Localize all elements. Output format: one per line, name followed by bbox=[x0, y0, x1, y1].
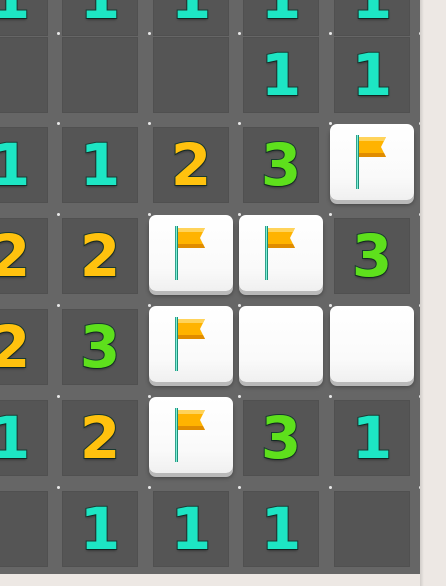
revealed-cell-2-3[interactable]: 3 bbox=[243, 127, 319, 203]
cell-number: 1 bbox=[170, 495, 212, 563]
grid-marker bbox=[57, 122, 60, 125]
cell-number: 1 bbox=[351, 0, 393, 28]
cell-number: 1 bbox=[260, 495, 302, 563]
revealed-cell-5-1[interactable]: 2 bbox=[62, 400, 138, 476]
revealed-cell-6-3[interactable]: 1 bbox=[243, 491, 319, 567]
grid-marker bbox=[57, 486, 60, 489]
cell-number: 1 bbox=[0, 131, 31, 199]
cell-number: 3 bbox=[260, 131, 302, 199]
cell-number: 1 bbox=[260, 41, 302, 109]
cell-number: 1 bbox=[79, 495, 121, 563]
grid-marker bbox=[238, 395, 241, 398]
cell-number: 1 bbox=[170, 0, 212, 28]
revealed-cell-3-4[interactable]: 3 bbox=[334, 218, 410, 294]
revealed-cell-3-1[interactable]: 2 bbox=[62, 218, 138, 294]
grid-marker bbox=[57, 32, 60, 35]
cell-number: 2 bbox=[79, 404, 121, 472]
grid-marker bbox=[238, 486, 241, 489]
revealed-cell-5-0[interactable]: 1 bbox=[0, 400, 48, 476]
grid-marker bbox=[329, 32, 332, 35]
cell-number: 2 bbox=[0, 313, 31, 381]
revealed-cell-0-3[interactable]: 1 bbox=[243, 0, 319, 36]
grid-marker bbox=[148, 122, 151, 125]
revealed-cell-3-0[interactable]: 2 bbox=[0, 218, 48, 294]
covered-cell-4-4[interactable] bbox=[330, 306, 414, 382]
revealed-cell-0-1[interactable]: 1 bbox=[62, 0, 138, 36]
cell-number: 2 bbox=[0, 222, 31, 290]
flag-icon bbox=[261, 222, 301, 284]
minesweeper-board: 11111111123223231231111 bbox=[0, 0, 420, 574]
flagged-cell-3-2[interactable] bbox=[149, 215, 233, 291]
cell-number: 1 bbox=[0, 404, 31, 472]
revealed-cell-0-0[interactable]: 1 bbox=[0, 0, 48, 36]
empty-cell-1-1[interactable] bbox=[62, 37, 138, 113]
revealed-cell-6-2[interactable]: 1 bbox=[153, 491, 229, 567]
empty-cell-6-0[interactable] bbox=[0, 491, 48, 567]
grid-marker bbox=[148, 486, 151, 489]
cell-number: 3 bbox=[351, 222, 393, 290]
grid-marker bbox=[148, 213, 151, 216]
flag-icon bbox=[171, 313, 211, 375]
cell-number: 3 bbox=[260, 404, 302, 472]
grid-marker bbox=[148, 304, 151, 307]
empty-cell-1-2[interactable] bbox=[153, 37, 229, 113]
grid-marker bbox=[238, 122, 241, 125]
grid-marker bbox=[57, 304, 60, 307]
cell-number: 1 bbox=[79, 0, 121, 28]
flag-icon bbox=[171, 222, 211, 284]
grid-marker bbox=[238, 213, 241, 216]
revealed-cell-0-2[interactable]: 1 bbox=[153, 0, 229, 36]
flagged-cell-2-4[interactable] bbox=[330, 124, 414, 200]
revealed-cell-5-3[interactable]: 3 bbox=[243, 400, 319, 476]
flag-icon bbox=[171, 404, 211, 466]
grid-marker bbox=[329, 304, 332, 307]
grid-marker bbox=[238, 304, 241, 307]
grid-marker bbox=[148, 395, 151, 398]
revealed-cell-2-0[interactable]: 1 bbox=[0, 127, 48, 203]
cell-number: 1 bbox=[260, 0, 302, 28]
revealed-cell-1-4[interactable]: 1 bbox=[334, 37, 410, 113]
grid-marker bbox=[329, 213, 332, 216]
grid-marker bbox=[329, 395, 332, 398]
empty-cell-6-4[interactable] bbox=[334, 491, 410, 567]
grid-marker bbox=[329, 122, 332, 125]
cell-number: 1 bbox=[351, 41, 393, 109]
revealed-cell-6-1[interactable]: 1 bbox=[62, 491, 138, 567]
flagged-cell-3-3[interactable] bbox=[239, 215, 323, 291]
cell-number: 2 bbox=[79, 222, 121, 290]
revealed-cell-2-1[interactable]: 1 bbox=[62, 127, 138, 203]
board-edge-shadow bbox=[420, 0, 424, 586]
cell-number: 2 bbox=[170, 131, 212, 199]
revealed-cell-0-4[interactable]: 1 bbox=[334, 0, 410, 36]
revealed-cell-4-0[interactable]: 2 bbox=[0, 309, 48, 385]
revealed-cell-5-4[interactable]: 1 bbox=[334, 400, 410, 476]
grid-marker bbox=[329, 486, 332, 489]
revealed-cell-2-2[interactable]: 2 bbox=[153, 127, 229, 203]
revealed-cell-1-3[interactable]: 1 bbox=[243, 37, 319, 113]
grid-marker bbox=[148, 32, 151, 35]
empty-cell-1-0[interactable] bbox=[0, 37, 48, 113]
grid-marker bbox=[57, 213, 60, 216]
flag-icon bbox=[352, 131, 392, 193]
flagged-cell-4-2[interactable] bbox=[149, 306, 233, 382]
cell-number: 3 bbox=[79, 313, 121, 381]
cell-number: 1 bbox=[0, 0, 31, 28]
flagged-cell-5-2[interactable] bbox=[149, 397, 233, 473]
cell-number: 1 bbox=[79, 131, 121, 199]
grid-marker bbox=[238, 32, 241, 35]
grid-marker bbox=[57, 395, 60, 398]
cell-number: 1 bbox=[351, 404, 393, 472]
revealed-cell-4-1[interactable]: 3 bbox=[62, 309, 138, 385]
covered-cell-4-3[interactable] bbox=[239, 306, 323, 382]
